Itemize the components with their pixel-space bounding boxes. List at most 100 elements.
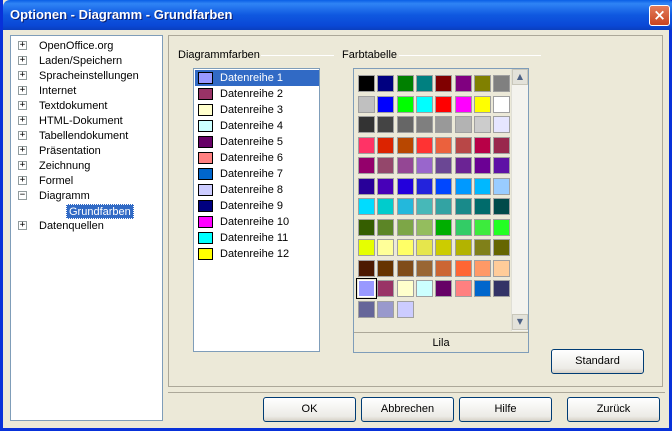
palette-color-cell[interactable] — [397, 280, 414, 297]
ok-button[interactable]: OK — [263, 397, 356, 422]
palette-color-cell[interactable] — [416, 96, 433, 113]
palette-color-cell[interactable] — [377, 157, 394, 174]
chart-color-row[interactable]: Datenreihe 4 — [195, 118, 319, 134]
palette-color-cell[interactable] — [397, 137, 414, 154]
palette-color-cell[interactable] — [455, 75, 472, 92]
palette-color-cell[interactable] — [493, 198, 510, 215]
palette-color-cell[interactable] — [397, 178, 414, 195]
palette-color-cell[interactable] — [416, 198, 433, 215]
palette-color-cell[interactable] — [397, 219, 414, 236]
palette-color-cell[interactable] — [416, 137, 433, 154]
palette-color-cell[interactable] — [435, 219, 452, 236]
palette-color-cell[interactable] — [358, 75, 375, 92]
palette-color-cell[interactable] — [493, 137, 510, 154]
palette-color-cell[interactable] — [435, 116, 452, 133]
expand-icon[interactable]: + — [18, 41, 27, 50]
palette-color-cell[interactable] — [397, 301, 414, 318]
palette-color-cell[interactable] — [358, 301, 375, 318]
palette-color-cell[interactable] — [455, 96, 472, 113]
palette-color-cell[interactable] — [435, 178, 452, 195]
palette-color-cell[interactable] — [358, 96, 375, 113]
palette-color-cell[interactable] — [435, 137, 452, 154]
palette-color-cell[interactable] — [397, 116, 414, 133]
palette-color-cell[interactable] — [358, 239, 375, 256]
palette-color-cell[interactable] — [358, 260, 375, 277]
palette-color-cell[interactable] — [416, 75, 433, 92]
scroll-down-button[interactable]: ▼ — [512, 314, 528, 330]
palette-color-cell[interactable] — [358, 137, 375, 154]
palette-color-cell[interactable] — [377, 116, 394, 133]
palette-color-cell[interactable] — [377, 301, 394, 318]
chart-color-row[interactable]: Datenreihe 7 — [195, 166, 319, 182]
chart-color-row[interactable]: Datenreihe 8 — [195, 182, 319, 198]
close-button[interactable]: × — [649, 5, 670, 26]
chart-color-row[interactable]: Datenreihe 3 — [195, 102, 319, 118]
chart-color-row[interactable]: Datenreihe 9 — [195, 198, 319, 214]
expand-icon[interactable]: + — [18, 146, 27, 155]
palette-color-cell[interactable] — [455, 280, 472, 297]
palette-color-cell[interactable] — [358, 116, 375, 133]
palette-color-cell[interactable] — [474, 116, 491, 133]
palette-color-cell[interactable] — [455, 157, 472, 174]
palette-color-cell[interactable] — [474, 260, 491, 277]
palette-color-cell[interactable] — [377, 239, 394, 256]
palette-color-cell[interactable] — [493, 157, 510, 174]
palette-color-cell[interactable] — [474, 75, 491, 92]
palette-color-cell[interactable] — [397, 260, 414, 277]
chart-color-row[interactable]: Datenreihe 11 — [195, 230, 319, 246]
chart-color-row[interactable]: Datenreihe 6 — [195, 150, 319, 166]
chart-color-row[interactable]: Datenreihe 2 — [195, 86, 319, 102]
palette-scrollbar[interactable]: ▲ ▼ — [511, 69, 528, 331]
cancel-button[interactable]: Abbrechen — [361, 397, 454, 422]
palette-color-cell[interactable] — [397, 239, 414, 256]
expand-icon[interactable]: + — [18, 56, 27, 65]
palette-color-cell[interactable] — [493, 239, 510, 256]
palette-color-cell[interactable] — [474, 157, 491, 174]
palette-color-cell[interactable] — [474, 137, 491, 154]
expand-icon[interactable]: + — [18, 161, 27, 170]
expand-icon[interactable]: + — [18, 86, 27, 95]
palette-color-cell[interactable] — [358, 178, 375, 195]
palette-color-cell[interactable] — [377, 178, 394, 195]
palette-color-cell[interactable] — [416, 219, 433, 236]
palette-color-cell[interactable] — [435, 198, 452, 215]
palette-color-cell[interactable] — [493, 96, 510, 113]
palette-color-cell[interactable] — [377, 198, 394, 215]
scroll-up-button[interactable]: ▲ — [512, 69, 528, 85]
palette-color-cell[interactable] — [493, 219, 510, 236]
palette-color-cell[interactable] — [377, 219, 394, 236]
palette-color-cell[interactable] — [435, 260, 452, 277]
palette-color-cell[interactable] — [397, 96, 414, 113]
palette-color-cell[interactable] — [493, 116, 510, 133]
chart-color-row[interactable]: Datenreihe 1 — [195, 70, 319, 86]
palette-color-cell[interactable] — [455, 137, 472, 154]
palette-color-cell[interactable] — [358, 157, 375, 174]
palette-color-cell[interactable] — [397, 198, 414, 215]
palette-color-cell[interactable] — [416, 280, 433, 297]
standard-button[interactable]: Standard — [551, 349, 644, 374]
expand-icon[interactable]: + — [18, 221, 27, 230]
palette-color-cell[interactable] — [435, 96, 452, 113]
expand-icon[interactable]: + — [18, 131, 27, 140]
expand-icon[interactable]: + — [18, 101, 27, 110]
chart-color-row[interactable]: Datenreihe 5 — [195, 134, 319, 150]
palette-color-cell[interactable] — [435, 157, 452, 174]
palette-color-cell[interactable] — [435, 75, 452, 92]
palette-color-cell[interactable] — [474, 178, 491, 195]
palette-color-cell[interactable] — [377, 75, 394, 92]
palette-color-cell[interactable] — [377, 96, 394, 113]
expand-icon[interactable]: + — [18, 71, 27, 80]
help-button[interactable]: Hilfe — [459, 397, 552, 422]
palette-color-cell[interactable] — [397, 75, 414, 92]
palette-color-cell[interactable] — [474, 239, 491, 256]
palette-color-cell[interactable] — [358, 219, 375, 236]
collapse-icon[interactable]: − — [18, 191, 27, 200]
palette-color-cell[interactable] — [455, 260, 472, 277]
palette-color-cell[interactable] — [493, 280, 510, 297]
palette-color-cell[interactable] — [474, 219, 491, 236]
palette-color-cell[interactable] — [493, 75, 510, 92]
palette-color-cell[interactable] — [358, 198, 375, 215]
palette-color-cell[interactable] — [356, 278, 377, 299]
palette-color-cell[interactable] — [416, 260, 433, 277]
palette-color-cell[interactable] — [416, 178, 433, 195]
